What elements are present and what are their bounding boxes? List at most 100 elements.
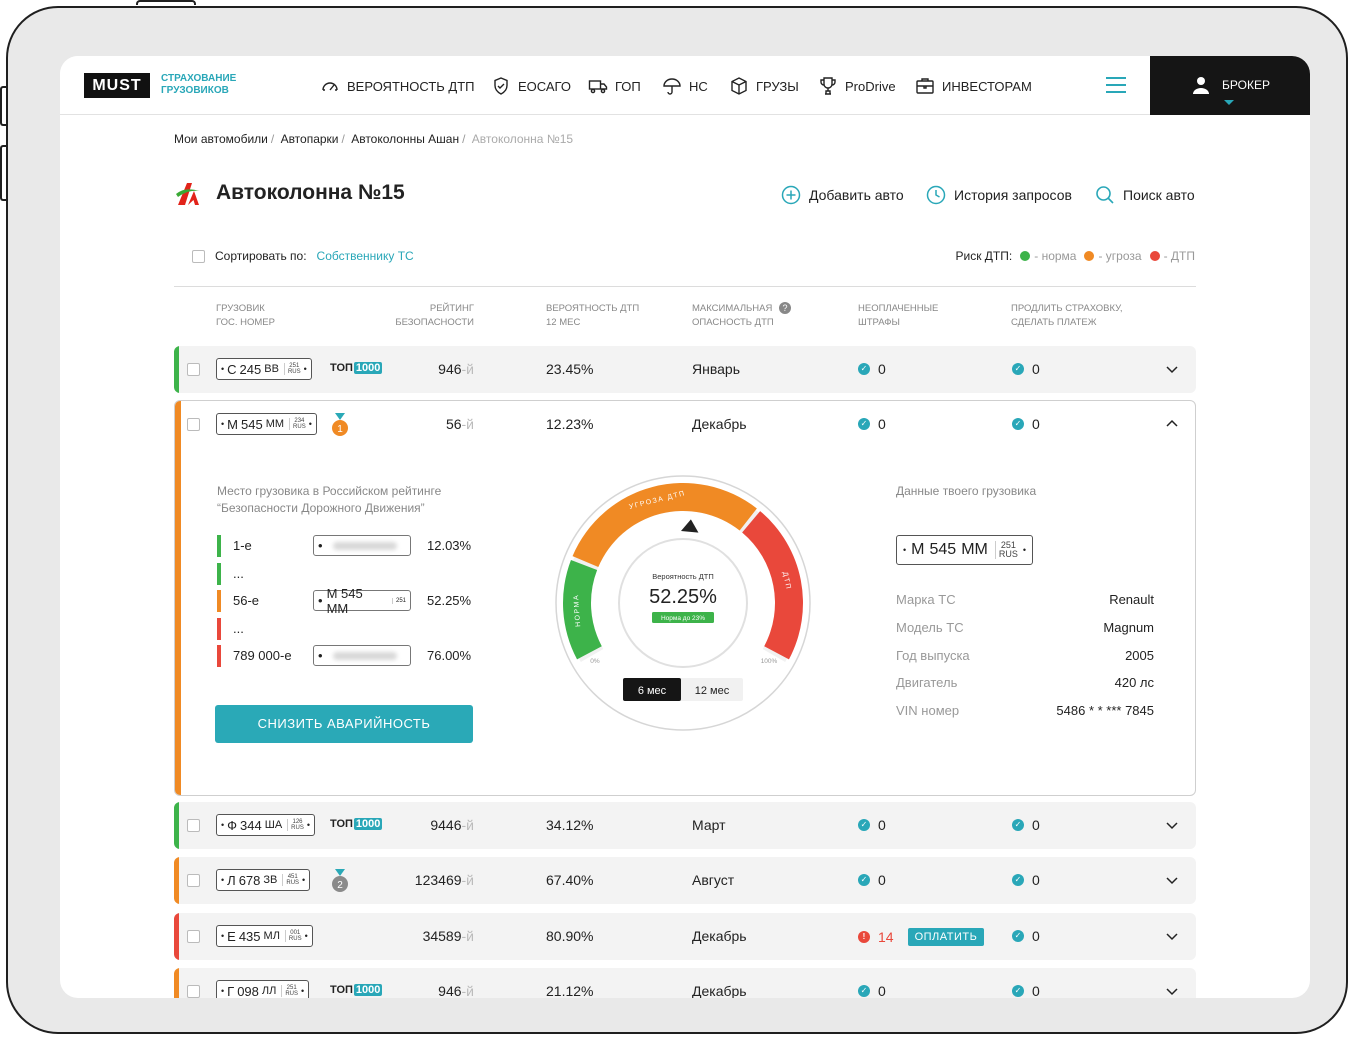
risk-stripe: [174, 968, 179, 998]
sort-control: Сортировать по: Собственнику ТС: [192, 249, 414, 263]
check-icon: ✓: [1012, 985, 1024, 997]
threat-legend: - угроза: [1098, 249, 1142, 263]
breadcrumb-link[interactable]: Автопарки: [281, 132, 339, 146]
risk-stripe: [174, 857, 179, 904]
row-checkbox[interactable]: [187, 819, 200, 832]
safety-rating: 34589-й: [422, 928, 474, 944]
search-icon: [1096, 186, 1114, 204]
chevron-down-icon[interactable]: [1166, 819, 1178, 831]
truck-row[interactable]: • Г 098 ЛЛ 251 RUS • ТОП 1000 946-й 21.12%…: [174, 968, 1196, 998]
ranking-plate-hidden: •: [313, 535, 411, 556]
row-checkbox[interactable]: [187, 874, 200, 887]
risk-bar: [217, 618, 221, 640]
risk-stripe: [174, 913, 179, 960]
logo[interactable]: MUST: [84, 73, 150, 98]
spec-value: Magnum: [1103, 620, 1154, 635]
check-icon: ✓: [858, 363, 870, 375]
row-checkbox[interactable]: [187, 985, 200, 998]
ranking-percent: 76.00%: [427, 648, 472, 663]
ranking-line: 789 000-е • 76.00%: [217, 645, 477, 667]
renew-cell[interactable]: ✓ 0: [1012, 872, 1040, 888]
auchan-logo-icon: [176, 183, 200, 205]
chevron-up-icon[interactable]: [1166, 418, 1178, 430]
check-icon: ✓: [1012, 819, 1024, 831]
breadcrumb-link[interactable]: Автоколонны Ашан: [351, 132, 459, 146]
add-car-button[interactable]: Добавить авто: [781, 185, 904, 205]
chevron-down-icon[interactable]: [1166, 985, 1178, 997]
renew-cell[interactable]: ✓ 0: [1012, 361, 1040, 377]
truck-row[interactable]: • М 545 ММ 234 RUS • 1 56-й 12.23% Декабр…: [174, 401, 1196, 448]
ranking-plate: • М 545 ММ 251: [313, 586, 411, 616]
reduce-accidents-button[interactable]: СНИЗИТЬ АВАРИЙНОСТЬ: [215, 705, 473, 743]
truck-row[interactable]: • С 245 ВВ 251 RUS • ТОП 1000 946-й 23.45%…: [174, 346, 1196, 393]
col-header-truck: ГРУЗОВИК ГОС. НОМЕР: [216, 303, 275, 328]
pay-button[interactable]: ОПЛАТИТЬ: [907, 928, 985, 946]
chevron-down-icon[interactable]: [1166, 930, 1178, 942]
truck-row[interactable]: • Е 435 МЛ 001 RUS • 34589-й 80.90% Декаб…: [174, 913, 1196, 960]
row-checkbox[interactable]: [187, 930, 200, 943]
umbrella-icon: [663, 78, 681, 95]
add-car-label: Добавить авто: [809, 187, 904, 203]
search-car-button[interactable]: Поиск авто: [1095, 185, 1195, 205]
nav-accident-probability[interactable]: ВЕРОЯТНОСТЬ ДТП: [320, 75, 475, 97]
license-plate: • С 245 ВВ 251 RUS •: [216, 358, 312, 380]
menu-icon[interactable]: [1106, 77, 1126, 93]
ranking-caption: Место грузовика в Российском рейтинге “Б…: [217, 484, 442, 515]
nav-prodrive[interactable]: ProDrive: [818, 75, 896, 97]
nav-ns[interactable]: НС: [662, 75, 708, 97]
truck-row[interactable]: • Л 678 ЗВ 451 RUS • 2 123469-й 67.40% Ав…: [174, 857, 1196, 904]
col-header-max-danger[interactable]: МАКСИМАЛЬНАЯ ? ОПАСНОСТЬ ДТП: [692, 302, 791, 330]
safety-rating: 123469-й: [414, 872, 474, 888]
ranking-position: 56-е: [233, 593, 260, 608]
max-danger-month: Март: [692, 817, 726, 833]
renew-cell[interactable]: ✓ 0: [1012, 928, 1040, 944]
help-icon[interactable]: ?: [779, 302, 791, 314]
spec-row: Двигатель 420 лс: [896, 675, 1154, 690]
col-header-probability[interactable]: ВЕРОЯТНОСТЬ ДТП 12 МЕС: [546, 302, 639, 330]
user-menu[interactable]: БРОКЕР: [1150, 56, 1310, 115]
breadcrumb: Мои автомобили / Автопарки / Автоколонны А…: [174, 132, 574, 146]
request-history-button[interactable]: История запросов: [926, 185, 1072, 205]
renew-cell[interactable]: ✓ 0: [1012, 983, 1040, 998]
row-checkbox[interactable]: [187, 363, 200, 376]
chevron-down-icon[interactable]: [1166, 874, 1178, 886]
truck-row[interactable]: • Ф 344 ША 126 RUS • ТОП 1000 9446-й 34.12…: [174, 802, 1196, 849]
nav-investors[interactable]: ИНВЕСТОРАМ: [915, 75, 1032, 97]
col-header-renew[interactable]: ПРОДЛИТЬ СТРАХОВКУ, СДЕЛАТЬ ПЛАТЕЖ: [1011, 302, 1123, 330]
sort-value-link[interactable]: Собственнику ТС: [317, 249, 414, 263]
col-header-fines[interactable]: НЕОПЛАЧЕННЫЕ ШТРАФЫ: [858, 302, 938, 330]
col-header-rating[interactable]: РЕЙТИНГ БЕЗОПАСНОСТИ: [370, 302, 474, 330]
device-top-button: [136, 0, 196, 5]
gauge-value: 52.25%: [649, 586, 717, 608]
nav-eosago[interactable]: ЕОСАГО: [491, 75, 571, 97]
period-12m-button[interactable]: 12 мес: [695, 685, 730, 697]
license-plate: • М 545 ММ 234 RUS •: [216, 413, 317, 435]
ranking-position: ...: [233, 621, 244, 636]
norm-dot-icon: [1020, 251, 1031, 261]
ranking-line: ...: [217, 618, 477, 640]
page-title: Автоколонна №15: [216, 181, 405, 204]
truck-icon: [588, 80, 608, 94]
sort-label: Сортировать по:: [215, 249, 307, 263]
nav-gop[interactable]: ГОП: [588, 75, 641, 97]
ranking-line: 56-е • М 545 ММ 251 52.25%: [217, 586, 477, 616]
row-checkbox[interactable]: [187, 418, 200, 431]
risk-stripe: [174, 346, 179, 393]
nav-cargo[interactable]: ГРУЗЫ: [729, 75, 799, 97]
renew-cell[interactable]: ✓ 0: [1012, 416, 1040, 432]
speedometer-icon: [322, 82, 338, 91]
check-icon: ✓: [858, 874, 870, 886]
accident-probability: 80.90%: [546, 928, 594, 944]
chevron-down-icon[interactable]: [1166, 363, 1178, 375]
spec-value: 420 лс: [1114, 675, 1154, 690]
renew-cell[interactable]: ✓ 0: [1012, 817, 1040, 833]
accident-probability-gauge: НОРМАУГРОЗА ДТПДТПВероятность ДТП52.25%Н…: [555, 475, 811, 731]
top-navbar: MUST СТРАХОВАНИЕ ГРУЗОВИКОВ ВЕРОЯТНОСТЬ …: [60, 56, 1310, 115]
risk-stripe: [175, 401, 181, 795]
spec-row: Год выпуска 2005: [896, 648, 1154, 663]
ranking-position: 1-е: [233, 538, 252, 553]
breadcrumb-link[interactable]: Мои автомобили: [174, 132, 268, 146]
divider: [174, 286, 1196, 287]
select-all-checkbox[interactable]: [192, 249, 205, 263]
fines-cell: ✓ 0: [858, 416, 886, 432]
